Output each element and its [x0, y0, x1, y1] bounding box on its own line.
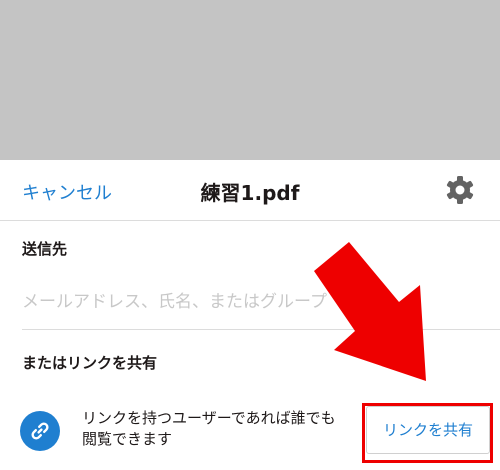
link-description: リンクを持つユーザーであれば誰でも閲覧できます: [82, 409, 336, 448]
to-section-label: 送信先: [22, 240, 68, 258]
file-title: 練習1.pdf: [200, 181, 300, 205]
annotation-highlight-box: [362, 403, 493, 463]
recipient-input[interactable]: [22, 288, 478, 316]
share-header: キャンセル 練習1.pdf: [0, 160, 500, 221]
link-icon: [20, 411, 60, 451]
divider: [22, 329, 500, 330]
dimmed-backdrop[interactable]: [0, 0, 500, 160]
link-section-label: またはリンクを共有: [22, 354, 158, 372]
gear-icon[interactable]: [444, 174, 476, 206]
